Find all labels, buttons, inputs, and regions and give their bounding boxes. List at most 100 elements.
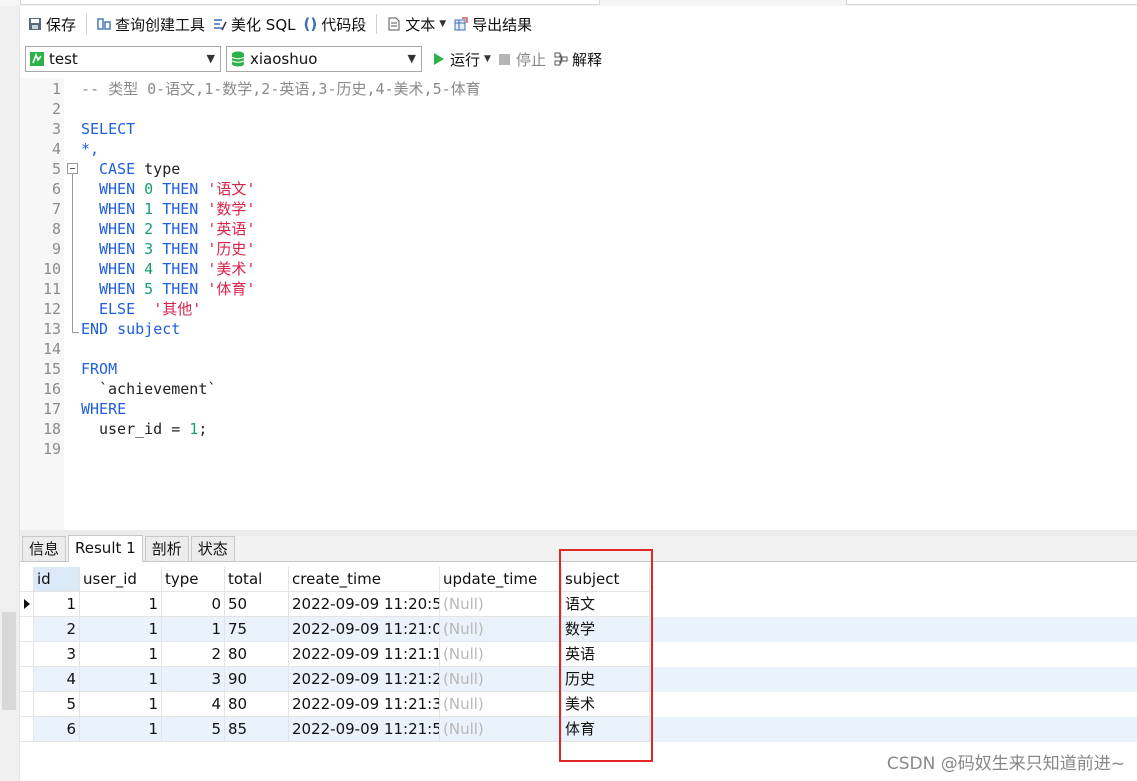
cell-create-time[interactable]: 2022-09-09 11:21:27 xyxy=(289,667,440,692)
cell-type[interactable]: 4 xyxy=(162,692,225,717)
cell-type[interactable]: 1 xyxy=(162,617,225,642)
cell-update-time[interactable]: (Null) xyxy=(440,692,562,717)
snippet-label: 代码段 xyxy=(321,15,367,34)
query-builder-button[interactable]: 查询创建工具 xyxy=(93,10,209,38)
cell-create-time[interactable]: 2022-09-09 11:21:53 xyxy=(289,717,440,742)
code-line: 1 -- 类型 0-语文,1-数学,2-英语,3-历史,4-美术,5-体育 xyxy=(51,80,481,98)
explain-icon xyxy=(554,52,568,66)
explain-label: 解释 xyxy=(571,50,602,69)
cell-total[interactable]: 75 xyxy=(225,617,289,642)
code-line: 5 CASE type xyxy=(51,160,181,178)
cell-update-time[interactable]: (Null) xyxy=(440,617,562,642)
cell-total[interactable]: 80 xyxy=(225,692,289,717)
cell-create-time[interactable]: 2022-09-09 11:21:06 xyxy=(289,617,440,642)
side-tab[interactable] xyxy=(846,0,1137,5)
cell-user-id[interactable]: 1 xyxy=(80,617,162,642)
stop-button[interactable]: 停止 xyxy=(495,45,550,73)
parentheses-icon: () xyxy=(303,15,318,33)
export-results-button[interactable]: 导出结果 xyxy=(450,10,536,38)
editor-tab[interactable] xyxy=(20,0,600,5)
tab-status[interactable]: 状态 xyxy=(190,536,235,561)
left-scroll-thumb[interactable] xyxy=(2,612,16,710)
query-builder-icon xyxy=(97,17,111,31)
cell-update-time[interactable]: (Null) xyxy=(440,642,562,667)
row-indicator xyxy=(20,592,34,617)
column-header-id[interactable]: id xyxy=(34,567,80,592)
code-line: 7 WHEN 1 THEN '数学' xyxy=(51,200,256,218)
row-indicator xyxy=(20,692,34,717)
column-header-user-id[interactable]: user_id xyxy=(80,567,162,592)
row-indicator xyxy=(20,617,34,642)
run-button[interactable]: 运行 ▼ xyxy=(430,45,495,73)
database-icon xyxy=(231,51,245,67)
cell-type[interactable]: 3 xyxy=(162,667,225,692)
cell-update-time[interactable]: (Null) xyxy=(440,592,562,617)
beautify-sql-button[interactable]: 美化 SQL xyxy=(209,10,299,38)
save-button[interactable]: 保存 xyxy=(24,10,80,38)
watermark: CSDN @码奴生来只知道前进~ xyxy=(886,754,1125,774)
run-label: 运行 xyxy=(450,50,481,69)
export-icon xyxy=(454,17,468,31)
connection-bar: test ▼ xiaoshuo ▼ 运行 ▼ 停止 解释 xyxy=(20,42,1137,76)
tab-profile[interactable]: 剖析 xyxy=(144,536,189,561)
cell-type[interactable]: 5 xyxy=(162,717,225,742)
cell-user-id[interactable]: 1 xyxy=(80,717,162,742)
cell-user-id[interactable]: 1 xyxy=(80,692,162,717)
row-indicator xyxy=(20,642,34,667)
cell-create-time[interactable]: 2022-09-09 11:20:53 xyxy=(289,592,440,617)
code-line: 8 WHEN 2 THEN '英语' xyxy=(51,220,256,238)
code-line: 6 WHEN 0 THEN '语文' xyxy=(51,180,256,198)
code-line: 3 SELECT xyxy=(51,120,136,138)
cell-id[interactable]: 4 xyxy=(34,667,80,692)
export-results-label: 导出结果 xyxy=(472,15,533,34)
column-header-create-time[interactable]: create_time xyxy=(289,567,440,592)
cell-create-time[interactable]: 2022-09-09 11:21:37 xyxy=(289,692,440,717)
code-line: 14 xyxy=(42,340,61,358)
tab-result-1[interactable]: Result 1 xyxy=(68,535,143,562)
cell-total[interactable]: 85 xyxy=(225,717,289,742)
code-line: 16 `achievement` xyxy=(42,380,217,398)
row-indicator-header xyxy=(20,567,34,592)
tab-info[interactable]: 信息 xyxy=(22,536,67,561)
sql-editor[interactable]: 1 -- 类型 0-语文,1-数学,2-英语,3-历史,4-美术,5-体育 2 3… xyxy=(20,78,1137,530)
chevron-down-icon: ▼ xyxy=(439,19,447,29)
cell-create-time[interactable]: 2022-09-09 11:21:15 xyxy=(289,642,440,667)
connection-select[interactable]: test ▼ xyxy=(25,46,221,72)
explain-button[interactable]: 解释 xyxy=(550,45,606,73)
cell-total[interactable]: 50 xyxy=(225,592,289,617)
text-mode-button[interactable]: 文本 ▼ xyxy=(383,10,450,38)
document-icon xyxy=(387,17,401,31)
column-header-update-time[interactable]: update_time xyxy=(440,567,562,592)
cell-id[interactable]: 5 xyxy=(34,692,80,717)
code-line: 19 xyxy=(42,440,61,458)
column-header-type[interactable]: type xyxy=(162,567,225,592)
code-line: 13 END subject xyxy=(42,320,181,338)
cell-id[interactable]: 2 xyxy=(34,617,80,642)
chevron-down-icon: ▼ xyxy=(407,52,416,65)
stop-label: 停止 xyxy=(515,50,546,69)
cell-total[interactable]: 90 xyxy=(225,667,289,692)
toolbar-divider xyxy=(86,14,88,34)
code-line: 15 FROM xyxy=(42,360,118,378)
cell-id[interactable]: 1 xyxy=(34,592,80,617)
database-select[interactable]: xiaoshuo ▼ xyxy=(226,46,422,72)
cell-update-time[interactable]: (Null) xyxy=(440,667,562,692)
cell-id[interactable]: 3 xyxy=(34,642,80,667)
chevron-down-icon: ▼ xyxy=(206,52,215,65)
text-mode-label: 文本 xyxy=(405,15,436,34)
cell-user-id[interactable]: 1 xyxy=(80,642,162,667)
cell-user-id[interactable]: 1 xyxy=(80,592,162,617)
cell-type[interactable]: 0 xyxy=(162,592,225,617)
cell-total[interactable]: 80 xyxy=(225,642,289,667)
sql-comment: -- 类型 0-语文,1-数学,2-英语,3-历史,4-美术,5-体育 xyxy=(81,80,481,98)
cell-id[interactable]: 6 xyxy=(34,717,80,742)
cell-user-id[interactable]: 1 xyxy=(80,667,162,692)
beautify-icon xyxy=(213,17,227,31)
cell-update-time[interactable]: (Null) xyxy=(440,717,562,742)
snippet-button[interactable]: () 代码段 xyxy=(300,10,371,38)
cell-type[interactable]: 2 xyxy=(162,642,225,667)
chevron-down-icon: ▼ xyxy=(484,54,491,64)
code-line: 12 ELSE '其他' xyxy=(42,300,202,318)
save-label: 保存 xyxy=(46,15,77,34)
column-header-total[interactable]: total xyxy=(225,567,289,592)
